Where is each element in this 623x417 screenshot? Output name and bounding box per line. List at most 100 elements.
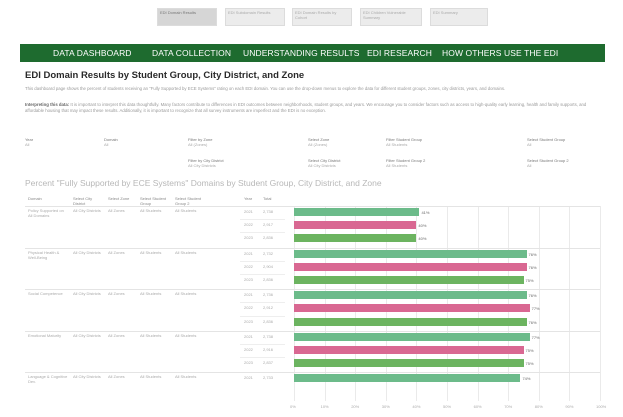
interpret-note: Interpreting this data: It is important …: [25, 102, 600, 120]
filter-value[interactable]: All Students: [386, 142, 422, 147]
bar-value-label: 75%: [525, 278, 534, 283]
row-total: 2,732: [263, 250, 274, 256]
x-tick-label: 30%: [381, 404, 390, 409]
group-divider: [25, 206, 600, 207]
column-header: Select City District: [73, 196, 93, 206]
nav-item-2[interactable]: DATA COLLECTION: [152, 48, 231, 58]
row-year: 2022: [244, 305, 253, 311]
filter-5[interactable]: Filter Student Group All Students: [386, 137, 422, 147]
filter-10[interactable]: Select Student Group 2 All: [527, 158, 569, 168]
row-group2: All Students: [175, 249, 197, 255]
filter-value[interactable]: All Students: [386, 163, 425, 168]
row-zone: All Zones: [108, 374, 125, 380]
row-year: 2023: [244, 235, 253, 241]
bar-value-label: 74%: [522, 376, 531, 382]
bar-2022[interactable]: [294, 262, 527, 271]
bar-value-label: 75%: [525, 361, 534, 367]
top-tab-2[interactable]: EDI Subdomain Results: [225, 8, 285, 26]
bar-2022[interactable]: [294, 304, 530, 313]
filter-value[interactable]: All City Districts: [188, 163, 224, 168]
row-domain: Language & Cognitive Dev.: [28, 374, 68, 385]
row-group: All Students: [140, 374, 162, 380]
filter-value[interactable]: All: [527, 163, 569, 168]
row-zone: All Zones: [108, 208, 125, 213]
row-domain: Social Competence: [28, 291, 63, 297]
row-group: All Students: [140, 208, 162, 213]
group-divider: [25, 372, 600, 374]
x-tick-label: 50%: [443, 404, 452, 409]
bar-value-label: 77%: [531, 306, 540, 312]
bar-value-label: 76%: [528, 251, 537, 257]
column-header: Select Student Group: [140, 196, 167, 206]
bar-2021[interactable]: [294, 332, 530, 341]
row-group2: All Students: [175, 374, 197, 380]
filter-4[interactable]: Select Zone All (Zones): [308, 137, 329, 147]
filter-9[interactable]: Filter Student Group 2 All Students: [386, 158, 425, 168]
bar-2021[interactable]: [294, 249, 527, 258]
top-tab-5[interactable]: EDI Summary: [430, 8, 488, 26]
interpret-text: It is important to interpret this data t…: [25, 102, 587, 113]
top-tab-1[interactable]: EDI Domain Results: [157, 8, 217, 26]
row-divider: [240, 219, 285, 221]
filter-6[interactable]: Select Student Group All: [527, 137, 565, 147]
row-group: All Students: [140, 332, 162, 338]
bar-value-label: 76%: [528, 264, 537, 270]
nav-item-4[interactable]: EDI RESEARCH: [367, 48, 432, 58]
bar-2022[interactable]: [294, 346, 524, 354]
filter-2[interactable]: Domain All: [104, 137, 118, 147]
top-tab-bar: EDI Domain Results EDI Subdomain Results E…: [0, 0, 623, 34]
x-tick-label: 70%: [504, 404, 513, 409]
x-tick-label: 10%: [320, 404, 329, 409]
row-total: 2,904: [263, 263, 274, 269]
row-domain: Emotional Maturity: [28, 332, 62, 338]
row-total: 2,733: [263, 375, 274, 381]
row-group2: All Students: [175, 332, 197, 338]
filter-3[interactable]: Filter by Zone All (Zones): [188, 137, 212, 147]
filter-8[interactable]: Select City District All City Districts: [308, 158, 340, 168]
top-tab-4[interactable]: EDI Children Vulnerable Summary: [360, 8, 422, 26]
bar-2023[interactable]: [294, 276, 524, 284]
gridline: [600, 206, 601, 401]
bar-value-label: 75%: [525, 348, 534, 353]
row-year: 2021: [244, 333, 253, 339]
row-year: 2021: [244, 375, 253, 381]
row-year: 2023: [244, 360, 253, 366]
bar-value-label: 77%: [531, 334, 540, 340]
bar-2021[interactable]: [294, 208, 420, 216]
filter-label: Select Student Group 2: [527, 158, 569, 163]
row-district: All City Districts: [73, 332, 101, 338]
row-total: 2,837: [263, 360, 274, 366]
row-group: All Students: [140, 249, 162, 255]
bar-2021[interactable]: [294, 374, 521, 383]
bar-2023[interactable]: [294, 234, 417, 243]
filter-1[interactable]: Year All: [25, 137, 33, 147]
bar-value-label: 76%: [528, 319, 537, 325]
row-total: 2,738: [263, 333, 274, 339]
filter-7[interactable]: Filter by City District All City District…: [188, 158, 224, 168]
bar-2023[interactable]: [294, 359, 524, 368]
row-zone: All Zones: [108, 291, 125, 297]
filter-value[interactable]: All (Zones): [308, 142, 329, 147]
filter-value[interactable]: All: [104, 142, 118, 147]
filter-value[interactable]: All City Districts: [308, 163, 340, 168]
row-year: 2022: [244, 347, 253, 352]
nav-item-1[interactable]: DATA DASHBOARD: [53, 48, 132, 58]
row-district: All City Districts: [73, 208, 101, 213]
chart-title: Percent "Fully Supported by ECE Systems"…: [25, 178, 382, 188]
row-district: All City Districts: [73, 291, 101, 297]
row-total: 2,912: [263, 305, 274, 311]
column-header: Select Zone: [108, 196, 130, 201]
filter-value[interactable]: All: [25, 142, 33, 147]
bar-2023[interactable]: [294, 317, 527, 326]
bar-2022[interactable]: [294, 221, 417, 230]
filter-value[interactable]: All (Zones): [188, 142, 212, 147]
row-zone: All Zones: [108, 249, 125, 255]
bar-value-label: 76%: [528, 293, 537, 299]
row-total: 2,836: [263, 277, 274, 282]
nav-item-3[interactable]: UNDERSTANDING RESULTS: [243, 48, 360, 58]
top-tab-3[interactable]: EDI Domain Results by Cohort: [292, 8, 352, 26]
filter-value[interactable]: All: [527, 142, 565, 147]
nav-item-5[interactable]: HOW OTHERS USE THE EDI: [442, 48, 558, 58]
bar-2021[interactable]: [294, 291, 527, 300]
row-total: 2,738: [263, 209, 274, 214]
